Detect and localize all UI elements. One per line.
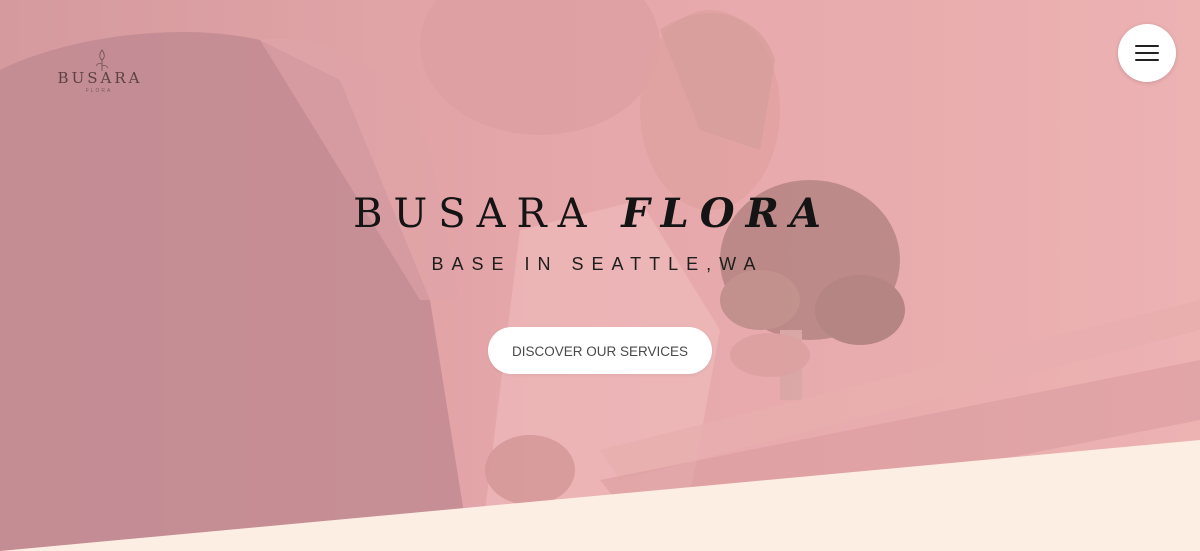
hero-title-main: BUSARA bbox=[353, 191, 598, 237]
hero-subtitle: BASE IN SEATTLE,WA bbox=[431, 254, 764, 274]
discover-services-button[interactable]: DISCOVER OUR SERVICES bbox=[488, 327, 712, 374]
hamburger-menu-icon bbox=[1135, 52, 1159, 54]
hero-section: BUSARA FLORA BUSARA FLORA BASE IN SEATTL… bbox=[0, 0, 1200, 551]
hamburger-menu-button[interactable] bbox=[1118, 24, 1176, 82]
logo-wordmark: BUSARA bbox=[57, 69, 143, 87]
hamburger-menu-icon bbox=[1135, 45, 1159, 47]
site-logo[interactable]: BUSARA FLORA bbox=[52, 48, 152, 100]
hamburger-menu-icon bbox=[1135, 59, 1159, 61]
hero-title-italic: FLORA bbox=[621, 190, 832, 237]
hero-title: BUSARA FLORA bbox=[0, 190, 1185, 237]
hero-background-photo bbox=[0, 0, 1200, 551]
logo-subtext: FLORA bbox=[85, 88, 113, 94]
